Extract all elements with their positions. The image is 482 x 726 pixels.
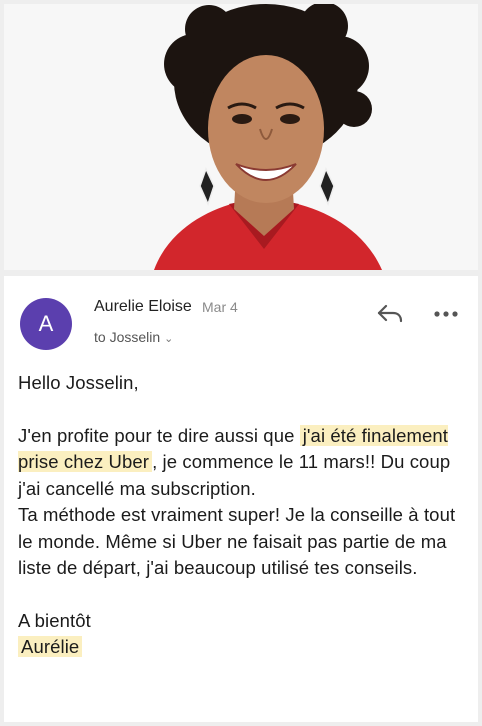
signature-highlight: Aurélie [18,636,83,657]
testimonial-card: A Aurelie Eloise Mar 4 to Josselin ⌄ Hell… [4,4,478,722]
recipient-toggle[interactable]: to Josselin ⌄ [94,329,173,345]
profile-photo [4,4,478,270]
paragraph-1-start: J'en profite pour te dire aussi que [18,424,300,446]
email-date: Mar 4 [202,299,238,315]
reply-button[interactable] [376,302,404,326]
signature: Aurélie [18,634,462,661]
section-divider [4,270,478,276]
recipient-label: to Josselin [94,329,161,345]
chevron-down-icon: ⌄ [164,333,174,345]
more-horizontal-icon [434,311,458,317]
sender-name: Aurelie Eloise [94,298,192,315]
paragraph-1: J'en profite pour te dire aussi que j'ai… [18,423,462,503]
avatar: A [20,298,72,350]
paragraph-2: Ta méthode est vraiment super! Je la con… [18,504,456,578]
more-options-button[interactable] [432,302,460,326]
email-body: Hello Josselin, J'en profite pour te dir… [18,370,462,661]
reply-icon [377,304,403,323]
greeting: Hello Josselin, [18,372,139,393]
closing: A bientôt [18,609,91,631]
